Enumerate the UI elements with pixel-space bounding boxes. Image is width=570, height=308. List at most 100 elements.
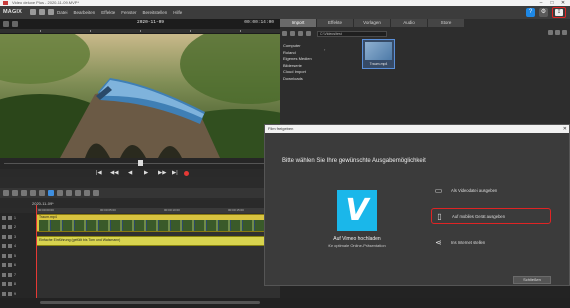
ruler-tick: 00:00:05:00	[100, 208, 116, 212]
top-right-tools: ? ⚙ ⇪	[526, 7, 566, 18]
tab-store[interactable]: Store	[428, 19, 465, 27]
tab-vorlagen[interactable]: Vorlagen	[354, 19, 391, 27]
zoom-out-icon[interactable]	[75, 190, 81, 196]
main-menu: Datei Bearbeiten Effekte Fenster Bereits…	[57, 10, 182, 15]
media-pool-tabs: Import Effekte Vorlagen Audio Store	[280, 19, 570, 27]
vimeo-upload-button[interactable]: V	[337, 190, 377, 231]
go-end-button[interactable]: ▶|	[172, 170, 178, 176]
media-pool: Import Effekte Vorlagen Audio Store C:\V…	[280, 19, 570, 124]
open-icon[interactable]	[39, 9, 45, 15]
timeline-project-name: 2020-11-09*	[0, 200, 280, 208]
delete-icon[interactable]	[21, 190, 27, 196]
fullscreen-icon[interactable]	[3, 21, 9, 27]
thumbnail-image	[365, 42, 392, 60]
cut-icon[interactable]	[30, 190, 36, 196]
up-folder-icon[interactable]	[298, 31, 303, 36]
scrub-handle[interactable]	[138, 160, 143, 166]
vimeo-logo-icon: V	[345, 192, 369, 228]
clip-filmstrip	[39, 220, 267, 231]
folder-item[interactable]: Downloads	[283, 76, 353, 83]
audio-clip[interactable]: Einfache Einführung (gefüllt bis Tom und…	[36, 236, 270, 246]
menu-datei[interactable]: Datei	[57, 10, 68, 15]
tab-effekte[interactable]: Effekte	[317, 19, 354, 27]
track-header[interactable]: 2	[0, 223, 36, 233]
timeline-tracks: Traum.mp4 Einfache Einführung (gefüllt b…	[36, 213, 280, 308]
fast-forward-button[interactable]: ▶▶	[158, 170, 166, 176]
vimeo-title[interactable]: Auf Vimeo hochladen	[305, 236, 409, 242]
tab-import[interactable]: Import	[280, 19, 317, 27]
menu-hilfe[interactable]: Hilfe	[173, 10, 182, 15]
monitor-date: 2020-11-09	[137, 20, 165, 25]
mode-icon[interactable]	[57, 190, 63, 196]
dialog-heading: Bitte wählen Sie Ihre gewünschte Ausgabe…	[282, 158, 426, 164]
track-header[interactable]: 1	[0, 213, 36, 223]
media-thumbnail[interactable]: Traum.mp4	[362, 39, 395, 69]
media-pool-toolbar: C:\Videos\test	[282, 30, 568, 37]
menu-bereitstellen[interactable]: Bereitstellen	[143, 10, 168, 15]
track-header[interactable]: 6	[0, 261, 36, 271]
record-button[interactable]	[184, 170, 189, 176]
video-clip[interactable]: Traum.mp4	[36, 214, 270, 232]
export-mobile-device-option[interactable]: ▯ Auf mobiles Gerät ausgeben	[431, 208, 551, 224]
zoom-icon[interactable]	[12, 21, 18, 27]
export-video-file-option[interactable]: ▭ Als Videodatei ausgeben	[431, 182, 551, 198]
monitor-timecode: 00:00:14:00	[244, 20, 274, 25]
vimeo-subtitle: für optimale Online-Präsentation	[328, 243, 386, 248]
track-header[interactable]: 8	[0, 280, 36, 290]
share-export-button[interactable]: ⇪	[552, 7, 566, 18]
marker-icon[interactable]	[93, 190, 99, 196]
play-button[interactable]: ▶	[144, 170, 148, 176]
monitor-ruler[interactable]	[0, 29, 280, 33]
grid-view-icon[interactable]	[555, 30, 560, 35]
copy-icon[interactable]	[39, 190, 45, 196]
monitor-tools	[3, 21, 18, 27]
step-back-button[interactable]: ◀	[128, 170, 132, 176]
video-clip-name: Traum.mp4	[39, 215, 57, 219]
back-icon[interactable]	[282, 31, 287, 36]
export-dialog: Film freigeben ✕ Bitte wählen Sie Ihre g…	[264, 124, 570, 286]
tablet-icon: ▯	[437, 211, 442, 221]
video-preview	[0, 34, 280, 158]
playhead[interactable]	[36, 205, 37, 308]
timeline-scrollbar-area	[0, 298, 570, 308]
track-header[interactable]: 4	[0, 242, 36, 252]
menu-effekte[interactable]: Effekte	[101, 10, 115, 15]
close-icon[interactable]: ✕	[563, 125, 567, 133]
undo-icon[interactable]	[3, 190, 9, 196]
settings-icon[interactable]: ⚙	[539, 8, 548, 17]
track-header[interactable]: 3	[0, 232, 36, 242]
track-header[interactable]: 5	[0, 251, 36, 261]
menu-fenster[interactable]: Fenster	[121, 10, 136, 15]
publish-internet-option[interactable]: ⋖ Ins Internet stellen	[431, 234, 551, 250]
split-icon[interactable]	[84, 190, 90, 196]
redo-icon[interactable]	[12, 190, 18, 196]
folder-icon: ▭	[434, 185, 443, 195]
track-header[interactable]: 7	[0, 270, 36, 280]
help-icon[interactable]: ?	[526, 8, 535, 17]
magnet-icon[interactable]	[48, 190, 54, 196]
path-field[interactable]: C:\Videos\test	[317, 30, 387, 37]
timeline-scrollbar[interactable]	[40, 301, 260, 304]
go-start-button[interactable]: |◀	[96, 170, 102, 176]
rewind-button[interactable]: ◀◀	[110, 170, 118, 176]
timeline-toolbar	[0, 188, 280, 198]
option-label: Auf mobiles Gerät ausgeben	[452, 213, 506, 219]
tab-audio[interactable]: Audio	[391, 19, 428, 27]
share-icon: ⇪	[555, 9, 563, 16]
save-icon[interactable]	[48, 9, 54, 15]
monitor-scrubber[interactable]	[0, 158, 280, 169]
dialog-title: Film freigeben	[265, 125, 569, 133]
app-icon	[3, 1, 8, 5]
transport-controls: |◀ ◀◀ ◀ ▶ ▶▶ ▶|	[0, 169, 280, 177]
window-title: Video deluxe Plus - 2020-11-09.MVP*	[12, 0, 80, 5]
menu-bar: MAGIX Datei Bearbeiten Effekte Fenster B…	[0, 6, 570, 19]
program-monitor: 2020-11-09 00:00:14:00	[0, 19, 280, 169]
favorite-icon[interactable]	[306, 31, 311, 36]
zoom-in-icon[interactable]	[66, 190, 72, 196]
menu-bearbeiten[interactable]: Bearbeiten	[74, 10, 96, 15]
list-view-icon[interactable]	[548, 30, 553, 35]
new-project-icon[interactable]	[30, 9, 36, 15]
sort-icon[interactable]	[562, 30, 567, 35]
close-dialog-button[interactable]: Schließen	[513, 276, 551, 284]
forward-icon[interactable]	[290, 31, 295, 36]
